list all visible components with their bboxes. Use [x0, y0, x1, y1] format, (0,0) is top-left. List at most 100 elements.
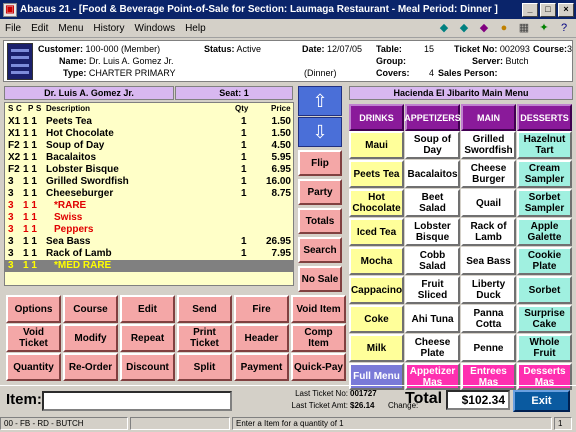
sales-person-label: Sales Person: [438, 68, 498, 78]
order-modifier-line[interactable]: 3 1 1 Peppers [5, 224, 293, 236]
repeat-button[interactable]: Repeat [120, 324, 175, 352]
split-button[interactable]: Split [177, 353, 232, 381]
menu-item-cheese-burger[interactable]: Cheese Burger [461, 160, 516, 188]
order-modifier-line[interactable]: 3 1 1 Swiss [5, 212, 293, 224]
close-button[interactable]: × [558, 2, 574, 17]
menu-item-bacalaitos[interactable]: Bacalaitos [405, 160, 460, 188]
order-line[interactable]: X1 1 1 Hot Chocolate 1 1.50 [5, 128, 293, 140]
print-ticket-button[interactable]: Print Ticket [177, 324, 232, 352]
seat-bar[interactable]: Seat: 1 [175, 86, 293, 100]
menu-item-maui[interactable]: Maui [349, 131, 404, 159]
menu-history[interactable]: History [88, 23, 129, 34]
order-line-desc: Swiss [54, 212, 83, 223]
menu-item-hot-chocolate[interactable]: Hot Chocolate [349, 189, 404, 217]
fire-button[interactable]: Fire [234, 295, 289, 323]
menu-item-coke[interactable]: Coke [349, 305, 404, 333]
scroll-down-button[interactable]: ⇩ [298, 117, 342, 147]
menu-item-ahi-tuna[interactable]: Ahi Tuna [405, 305, 460, 333]
fish-icon[interactable]: ◆ [476, 21, 492, 36]
menu-item-sea-bass[interactable]: Sea Bass [461, 247, 516, 275]
menu-item-beet-salad[interactable]: Beet Salad [405, 189, 460, 217]
category-appetizers-button[interactable]: APPETIZERS [404, 104, 461, 131]
menu-item-whole-fruit[interactable]: Whole Fruit [517, 334, 572, 362]
modify-button[interactable]: Modify [63, 324, 118, 352]
order-line[interactable]: 3 1 1 Cheeseburger 1 8.75 [5, 188, 293, 200]
comp-item-button[interactable]: Comp Item [291, 324, 346, 352]
scroll-up-button[interactable]: ⇧ [298, 86, 342, 116]
menu-item-quail[interactable]: Quail [461, 189, 516, 217]
menu-item-surprise-cake[interactable]: Surprise Cake [517, 305, 572, 333]
order-line[interactable]: 3 1 1 Grilled Swordfish 1 16.00 [5, 176, 293, 188]
menu-item-liberty-duck[interactable]: Liberty Duck [461, 276, 516, 304]
re-order-button[interactable]: Re-Order [63, 353, 118, 381]
void-ticket-button[interactable]: Void Ticket [6, 324, 61, 352]
item-input[interactable] [42, 391, 232, 411]
menu-item-hazelnut-tart[interactable]: Hazelnut Tart [517, 131, 572, 159]
menu-item-mocha[interactable]: Mocha [349, 247, 404, 275]
send-button[interactable]: Send [177, 295, 232, 323]
category-main-button[interactable]: MAIN [461, 104, 516, 131]
menu-item-milk[interactable]: Milk [349, 334, 404, 362]
menu-windows[interactable]: Windows [130, 23, 181, 34]
order-line[interactable]: 3 1 1 Rack of Lamb 1 7.95 [5, 248, 293, 260]
menu-item-grilled-swordfish[interactable]: Grilled Swordfish [461, 131, 516, 159]
order-line[interactable]: F2 1 1 Lobster Bisque 1 6.95 [5, 164, 293, 176]
order-list[interactable]: S C P S Description Qty Price X1 1 1 Peets… [4, 102, 294, 286]
menu-item-penne[interactable]: Penne [461, 334, 516, 362]
col-p: P [28, 104, 34, 113]
order-line[interactable]: X1 1 1 Peets Tea 1 1.50 [5, 116, 293, 128]
order-line[interactable]: X2 1 1 Bacalaitos 1 5.95 [5, 152, 293, 164]
help-icon[interactable]: ? [556, 21, 572, 36]
menu-edit[interactable]: Edit [26, 23, 53, 34]
order-line-price: 6.95 [271, 164, 291, 175]
category-drinks-button[interactable]: DRINKS [349, 104, 404, 131]
payment-button[interactable]: Payment [234, 353, 289, 381]
menu-item-apple-galette[interactable]: Apple Galette [517, 218, 572, 246]
menu-item-peets-tea[interactable]: Peets Tea [349, 160, 404, 188]
order-line-desc: Peppers [54, 224, 94, 235]
exit-runner-icon[interactable]: ✦ [536, 21, 552, 36]
order-line-selected[interactable]: 3 1 1 *MED RARE [5, 260, 293, 272]
menu-item-cookie-plate[interactable]: Cookie Plate [517, 247, 572, 275]
calculator-icon[interactable]: ▦ [516, 21, 532, 36]
menu-item-iced-tea[interactable]: Iced Tea [349, 218, 404, 246]
totals-button[interactable]: Totals [298, 208, 342, 234]
exit-button[interactable]: Exit [513, 390, 570, 412]
menu-item-panna-cotta[interactable]: Panna Cotta [461, 305, 516, 333]
menu-item-rack-of-lamb[interactable]: Rack of Lamb [461, 218, 516, 246]
course-button[interactable]: Course [63, 295, 118, 323]
minimize-button[interactable]: _ [522, 2, 538, 17]
edit-button[interactable]: Edit [120, 295, 175, 323]
flip-button[interactable]: Flip [298, 150, 342, 176]
quantity-button[interactable]: Quantity [6, 353, 61, 381]
menu-item-fruit-sliced[interactable]: Fruit Sliced [405, 276, 460, 304]
menu-file[interactable]: File [0, 23, 26, 34]
menu-item-cappacino[interactable]: Cappacino [349, 276, 404, 304]
order-modifier-line[interactable]: 3 1 1 *RARE [5, 200, 293, 212]
menu-item-lobster-bisque[interactable]: Lobster Bisque [405, 218, 460, 246]
menu-item-cheese-plate[interactable]: Cheese Plate [405, 334, 460, 362]
menu-menu[interactable]: Menu [53, 23, 88, 34]
menu-item-cobb-salad[interactable]: Cobb Salad [405, 247, 460, 275]
back-arrow-icon[interactable]: ◆ [436, 21, 452, 36]
menu-item-soup-of-day[interactable]: Soup of Day [405, 131, 460, 159]
party-button[interactable]: Party [298, 179, 342, 205]
search-button[interactable]: Search [298, 237, 342, 263]
covers-value: 4 [428, 68, 434, 78]
order-line[interactable]: F2 1 1 Soup of Day 1 4.50 [5, 140, 293, 152]
order-line[interactable]: 3 1 1 Sea Bass 1 26.95 [5, 236, 293, 248]
discount-button[interactable]: Discount [120, 353, 175, 381]
menu-item-cream-sampler[interactable]: Cream Sampler [517, 160, 572, 188]
forward-arrow-icon[interactable]: ◆ [456, 21, 472, 36]
menu-item-sorbet[interactable]: Sorbet [517, 276, 572, 304]
menu-help[interactable]: Help [180, 23, 211, 34]
header-button[interactable]: Header [234, 324, 289, 352]
category-desserts-button[interactable]: DESSERTS [517, 104, 572, 131]
void-item-button[interactable]: Void Item [291, 295, 346, 323]
palette-icon[interactable]: ● [496, 21, 512, 36]
maximize-button[interactable]: □ [540, 2, 556, 17]
menu-item-sorbet-sampler[interactable]: Sorbet Sampler [517, 189, 572, 217]
no-sale-button[interactable]: No Sale [298, 266, 342, 292]
quick-pay-button[interactable]: Quick-Pay [291, 353, 346, 381]
options-button[interactable]: Options [6, 295, 61, 323]
